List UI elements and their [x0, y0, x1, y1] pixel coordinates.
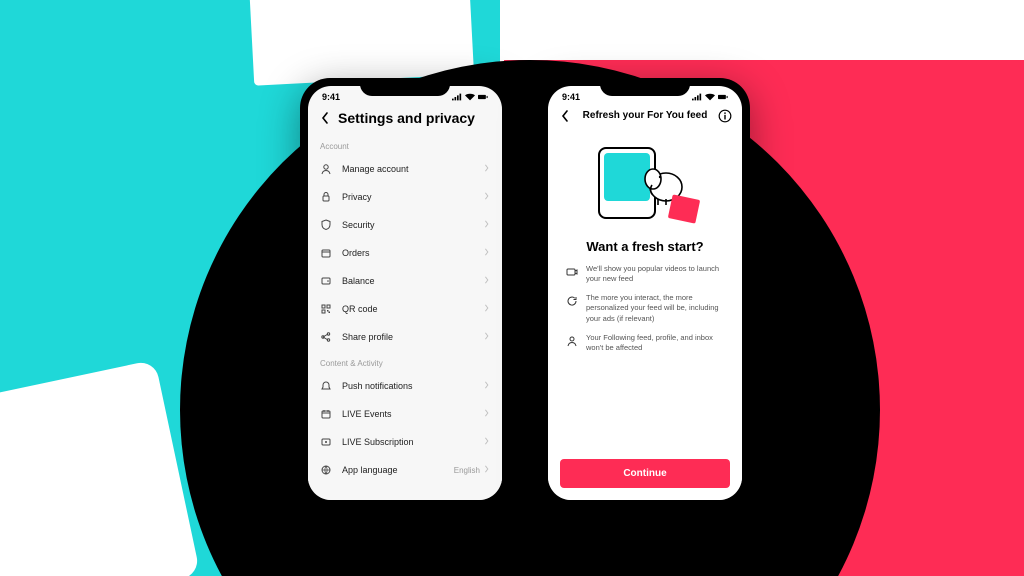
row-label: LIVE Events	[342, 409, 484, 419]
info-icon	[718, 109, 732, 123]
chevron-right-icon	[484, 437, 490, 447]
row-label: Orders	[342, 248, 484, 258]
info-button[interactable]	[718, 109, 732, 123]
status-icons	[692, 93, 728, 101]
continue-button[interactable]: Continue	[560, 459, 730, 488]
row-label: Manage account	[342, 164, 484, 174]
shield-icon	[320, 219, 332, 231]
live-icon	[320, 436, 332, 448]
chevron-left-icon	[321, 112, 329, 124]
row-label: LIVE Subscription	[342, 437, 484, 447]
wifi-icon	[465, 93, 475, 101]
page-title: Settings and privacy	[338, 110, 475, 126]
row-value: English	[454, 466, 480, 475]
illustration	[548, 129, 742, 233]
row-live-subscription[interactable]: LIVE Subscription	[308, 428, 502, 456]
signal-icon	[452, 93, 462, 101]
phone-mockups: 9:41 Settings and privacy Account	[300, 78, 750, 508]
back-button[interactable]	[318, 111, 332, 125]
fresh-start-heading: Want a fresh start?	[548, 239, 742, 254]
camera-icon	[566, 265, 578, 277]
wifi-icon	[705, 93, 715, 101]
battery-icon	[718, 93, 728, 101]
row-label: Security	[342, 220, 484, 230]
chevron-right-icon	[484, 164, 490, 174]
screen-settings: 9:41 Settings and privacy Account	[308, 86, 502, 500]
row-label: Share profile	[342, 332, 484, 342]
box-icon	[320, 247, 332, 259]
status-time: 9:41	[322, 92, 340, 102]
row-label: QR code	[342, 304, 484, 314]
globe-icon	[320, 464, 332, 476]
chevron-right-icon	[484, 192, 490, 202]
chevron-right-icon	[484, 332, 490, 342]
bell-icon	[320, 380, 332, 392]
lock-icon	[320, 191, 332, 203]
screen-refresh-feed: 9:41 Refresh your For You feed	[548, 86, 742, 500]
status-time: 9:41	[562, 92, 580, 102]
row-privacy[interactable]: Privacy	[308, 183, 502, 211]
row-share-profile[interactable]: Share profile	[308, 323, 502, 351]
phone-right: 9:41 Refresh your For You feed	[540, 78, 750, 508]
bullet-item: We'll show you popular videos to launch …	[566, 264, 724, 284]
chevron-right-icon	[484, 276, 490, 286]
row-qr-code[interactable]: QR code	[308, 295, 502, 323]
person-icon	[566, 334, 578, 346]
chevron-right-icon	[484, 220, 490, 230]
chevron-right-icon	[484, 304, 490, 314]
chevron-right-icon	[484, 465, 490, 475]
illustration-bag	[668, 194, 700, 223]
bullet-item: Your Following feed, profile, and inbox …	[566, 333, 724, 353]
back-button[interactable]	[558, 109, 572, 123]
status-icons	[452, 93, 488, 101]
settings-list[interactable]: Account Manage account Privacy Security	[308, 134, 502, 500]
settings-header: Settings and privacy	[308, 104, 502, 134]
section-label-account: Account	[308, 134, 502, 155]
row-label: Push notifications	[342, 381, 484, 391]
bullet-text: Your Following feed, profile, and inbox …	[586, 333, 724, 353]
promo-stage: 9:41 Settings and privacy Account	[0, 0, 1024, 576]
row-balance[interactable]: Balance	[308, 267, 502, 295]
row-manage-account[interactable]: Manage account	[308, 155, 502, 183]
row-app-language[interactable]: App language English	[308, 456, 502, 484]
user-icon	[320, 163, 332, 175]
section-label-content: Content & Activity	[308, 351, 502, 372]
chevron-left-icon	[561, 110, 569, 122]
row-security[interactable]: Security	[308, 211, 502, 239]
chevron-right-icon	[484, 381, 490, 391]
phone-left: 9:41 Settings and privacy Account	[300, 78, 510, 508]
row-orders[interactable]: Orders	[308, 239, 502, 267]
signal-icon	[692, 93, 702, 101]
row-push-notifications[interactable]: Push notifications	[308, 372, 502, 400]
phone-notch	[360, 78, 450, 96]
refresh-header: Refresh your For You feed	[548, 104, 742, 129]
row-label: Privacy	[342, 192, 484, 202]
refresh-icon	[566, 294, 578, 306]
bullet-item: The more you interact, the more personal…	[566, 293, 724, 323]
bullet-list: We'll show you popular videos to launch …	[548, 264, 742, 362]
bullet-text: The more you interact, the more personal…	[586, 293, 724, 323]
chevron-right-icon	[484, 248, 490, 258]
chevron-right-icon	[484, 409, 490, 419]
phone-notch	[600, 78, 690, 96]
row-label: App language	[342, 465, 454, 475]
row-live-events[interactable]: LIVE Events	[308, 400, 502, 428]
bullet-text: We'll show you popular videos to launch …	[586, 264, 724, 284]
calendar-icon	[320, 408, 332, 420]
page-title: Refresh your For You feed	[583, 110, 708, 121]
fresh-start-panel: Want a fresh start? We'll show you popul…	[548, 129, 742, 500]
battery-icon	[478, 93, 488, 101]
share-icon	[320, 331, 332, 343]
qr-icon	[320, 303, 332, 315]
row-label: Balance	[342, 276, 484, 286]
wallet-icon	[320, 275, 332, 287]
